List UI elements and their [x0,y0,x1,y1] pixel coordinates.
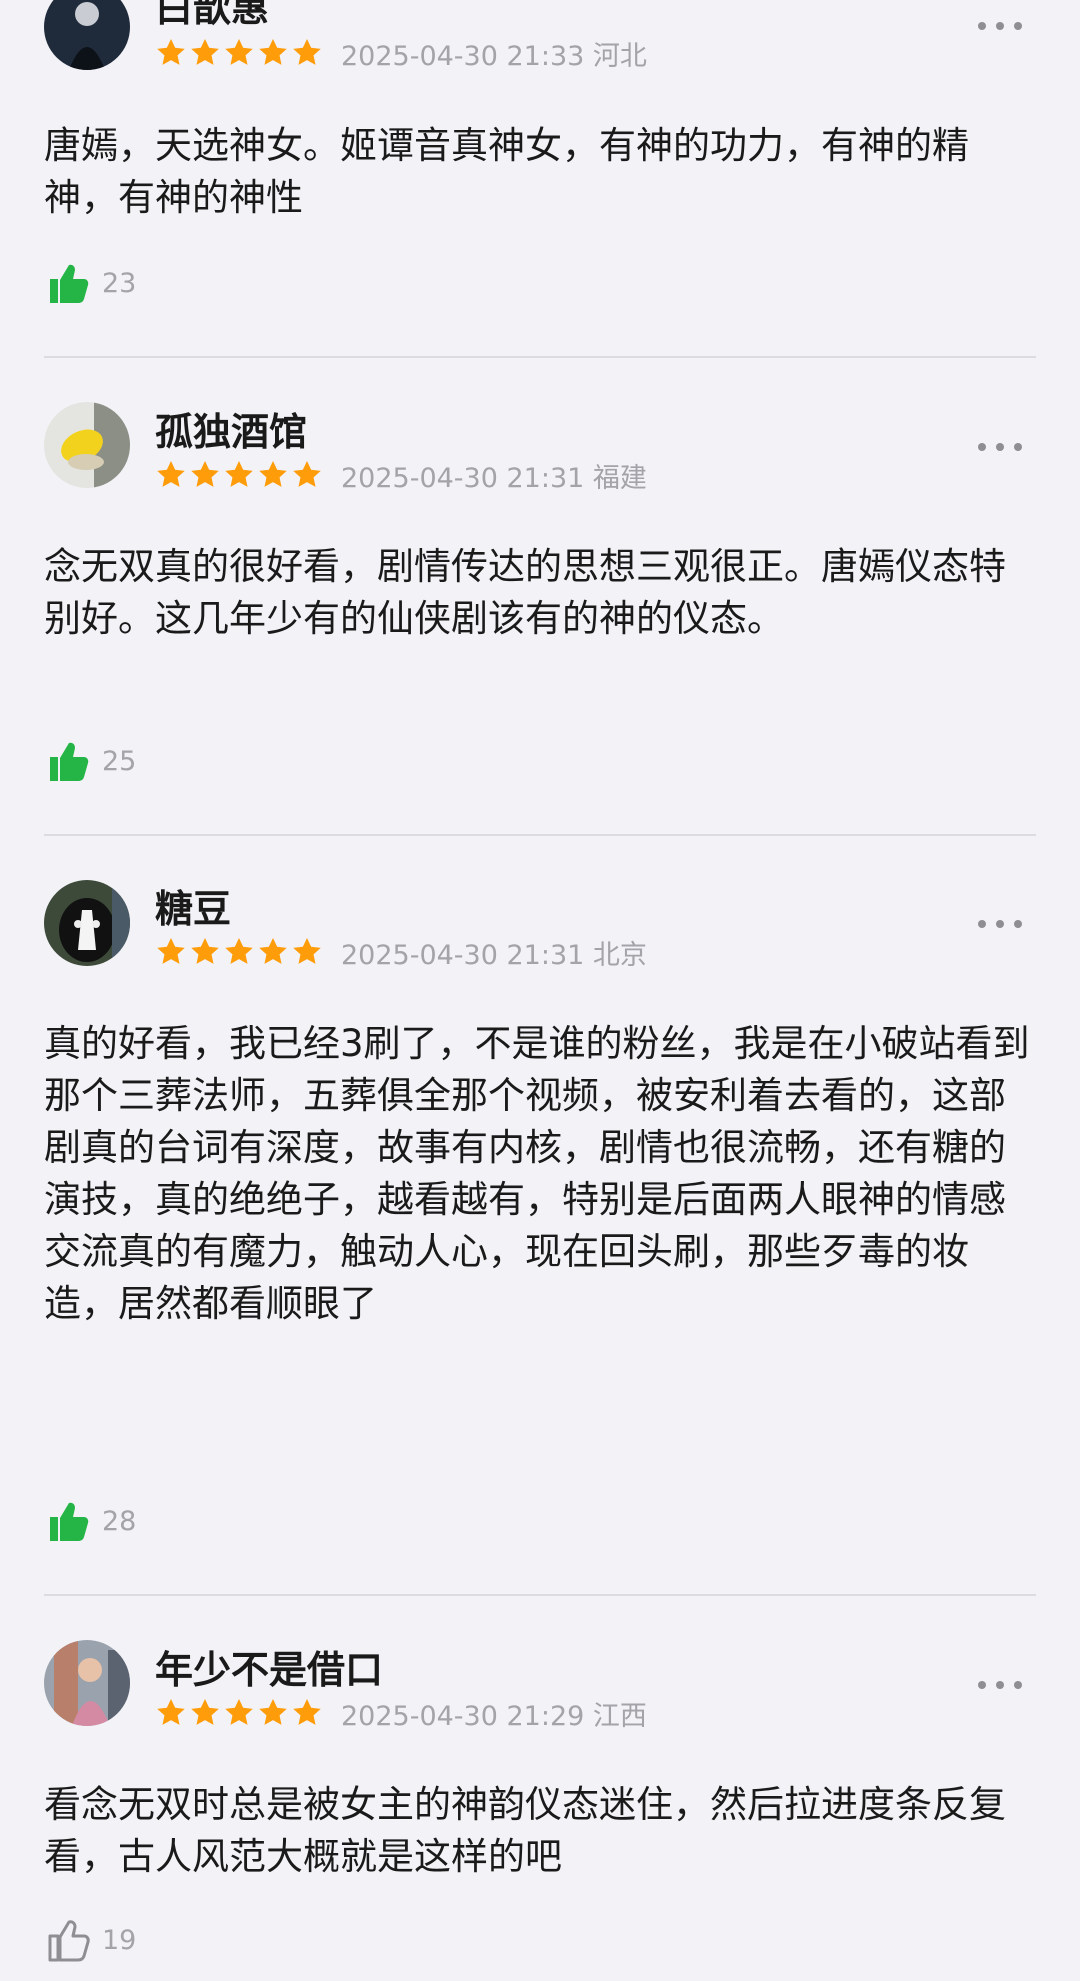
username[interactable]: 孤独酒馆 [155,410,307,454]
star-rating [155,936,323,968]
like-button[interactable]: 23 [44,258,136,308]
like-count: 25 [102,745,137,777]
divider [44,1594,1036,1596]
like-count: 23 [102,267,137,299]
like-button[interactable]: 28 [44,1496,136,1546]
star-icon [157,39,185,65]
more-options-icon[interactable] [978,1678,1022,1692]
star-rating [155,37,323,69]
thumbs-up-icon [50,1502,89,1541]
star-icon [259,461,287,487]
more-options-icon[interactable] [978,917,1022,931]
star-icon [259,1699,287,1725]
more-options-icon[interactable] [978,19,1022,33]
star-icon [225,39,253,65]
star-icon [157,1699,185,1725]
timestamp-location: 2025-04-30 21:29 江西 [341,1700,647,1732]
review-content: 真的好看，我已经3刷了，不是谁的粉丝，我是在小破站看到那个三葬法师，五葬俱全那个… [44,1022,1030,1325]
avatar[interactable] [44,402,130,488]
thumbs-up-icon [50,264,89,303]
avatar[interactable] [44,880,130,966]
like-button[interactable]: 25 [44,736,136,786]
username[interactable]: 白歆惠 [155,0,269,30]
star-icon [225,461,253,487]
star-icon [259,39,287,65]
star-rating [155,1697,323,1729]
timestamp-location: 2025-04-30 21:31 北京 [341,939,647,971]
star-rating [155,459,323,491]
review-content: 念无双真的很好看，剧情传达的思想三观很正。唐嫣仪态特别好。这几年少有的仙侠剧该有… [44,545,1006,640]
star-icon [293,938,321,964]
thumbs-up-icon [48,1920,90,1962]
thumbs-up-icon [50,742,89,781]
like-count: 28 [102,1505,137,1537]
star-icon [191,461,219,487]
star-icon [191,938,219,964]
like-button[interactable]: 19 [44,1915,136,1965]
star-icon [191,1699,219,1725]
star-icon [157,461,185,487]
more-options-icon[interactable] [978,440,1022,454]
review-content: 看念无双时总是被女主的神韵仪态迷住，然后拉进度条反复看，古人风范大概就是这样的吧 [44,1783,1006,1878]
star-icon [293,461,321,487]
review-meta: 2025-04-30 21:29 江西 [155,1695,647,1732]
star-icon [225,1699,253,1725]
star-icon [225,938,253,964]
star-icon [259,938,287,964]
review-meta: 2025-04-30 21:33 河北 [155,35,647,72]
username[interactable]: 糖豆 [155,887,231,931]
star-icon [293,1699,321,1725]
timestamp-location: 2025-04-30 21:31 福建 [341,462,647,494]
avatar[interactable] [44,1640,130,1726]
divider [44,834,1036,836]
star-icon [191,39,219,65]
timestamp-location: 2025-04-30 21:33 河北 [341,40,647,72]
star-icon [157,938,185,964]
avatar[interactable] [44,0,130,70]
username[interactable]: 年少不是借口 [155,1648,383,1692]
star-icon [293,39,321,65]
review-meta: 2025-04-30 21:31 福建 [155,457,647,494]
like-count: 19 [102,1924,137,1956]
review-content: 唐嫣，天选神女。姬谭音真神女，有神的功力，有神的精神，有神的神性 [44,124,969,219]
review-meta: 2025-04-30 21:31 北京 [155,934,647,971]
divider [44,356,1036,358]
